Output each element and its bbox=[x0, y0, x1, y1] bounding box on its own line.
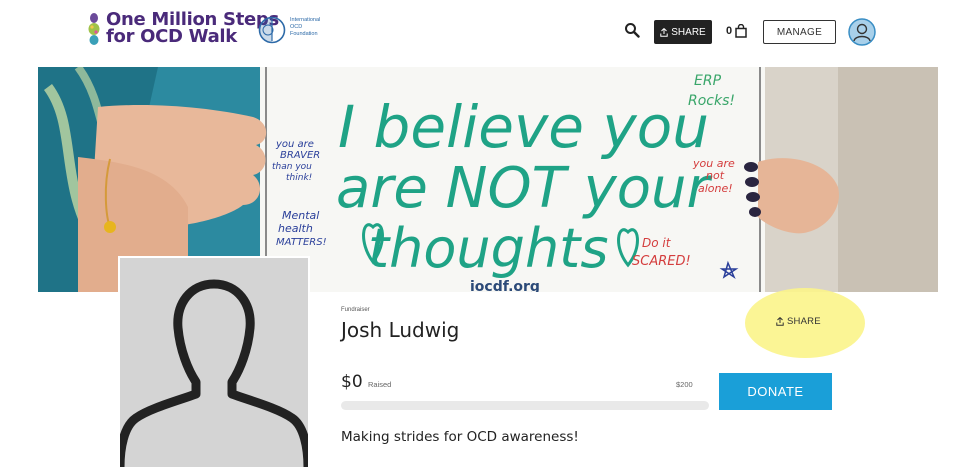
svg-text:Mental: Mental bbox=[282, 209, 319, 222]
svg-text:you are: you are bbox=[275, 139, 314, 150]
fundraiser-name: Josh Ludwig bbox=[341, 318, 460, 342]
svg-text:Rocks!: Rocks! bbox=[688, 93, 735, 109]
fundraiser-profile-photo bbox=[118, 256, 310, 469]
raised-amount: $0 bbox=[341, 372, 363, 392]
iocdf-logo-text: International OCD Foundation bbox=[290, 17, 321, 37]
raised-label: Raised bbox=[368, 380, 392, 389]
svg-text:not: not bbox=[706, 169, 725, 182]
person-silhouette-icon bbox=[120, 279, 308, 467]
share-icon bbox=[776, 317, 784, 326]
svg-text:SCARED!: SCARED! bbox=[632, 254, 691, 269]
svg-text:than you: than you bbox=[272, 162, 312, 172]
svg-text:think!: think! bbox=[286, 173, 312, 183]
svg-text:ERP: ERP bbox=[694, 73, 722, 89]
donate-button[interactable]: DONATE bbox=[719, 373, 832, 410]
fundraiser-tagline: Making strides for OCD awareness! bbox=[341, 429, 579, 445]
user-avatar-icon[interactable] bbox=[848, 18, 876, 46]
svg-text:MATTERS!: MATTERS! bbox=[276, 237, 327, 248]
manage-button[interactable]: MANAGE bbox=[763, 20, 836, 44]
iocdf-logo-icon[interactable] bbox=[258, 16, 286, 44]
cart-count: 0 bbox=[726, 25, 733, 37]
svg-text:iocdf.org: iocdf.org bbox=[470, 279, 540, 292]
svg-text:alone!: alone! bbox=[698, 182, 733, 195]
banner-text-line1: I believe you bbox=[338, 93, 709, 161]
cart-button[interactable]: 0 bbox=[726, 21, 747, 41]
banner-text-line3: thoughts bbox=[368, 217, 608, 280]
banner-text-line2: are NOT your bbox=[336, 156, 712, 221]
svg-text:BRAVER: BRAVER bbox=[280, 150, 320, 161]
share-button-header[interactable]: SHARE bbox=[654, 20, 712, 44]
svg-text:Do it: Do it bbox=[642, 236, 672, 250]
share-icon bbox=[660, 27, 668, 37]
goal-amount: $200 bbox=[676, 380, 693, 389]
svg-text:health: health bbox=[278, 222, 313, 235]
progress-bar bbox=[341, 401, 709, 410]
share-button-fundraiser[interactable]: SHARE bbox=[776, 316, 821, 327]
walk-logo-title[interactable]: One Million Steps for OCD Walk bbox=[106, 11, 279, 46]
fundraiser-label: Fundraiser bbox=[341, 307, 370, 313]
shopping-bag-icon bbox=[735, 24, 747, 38]
search-icon[interactable] bbox=[624, 22, 640, 38]
walk-logo-icon[interactable] bbox=[86, 12, 102, 46]
